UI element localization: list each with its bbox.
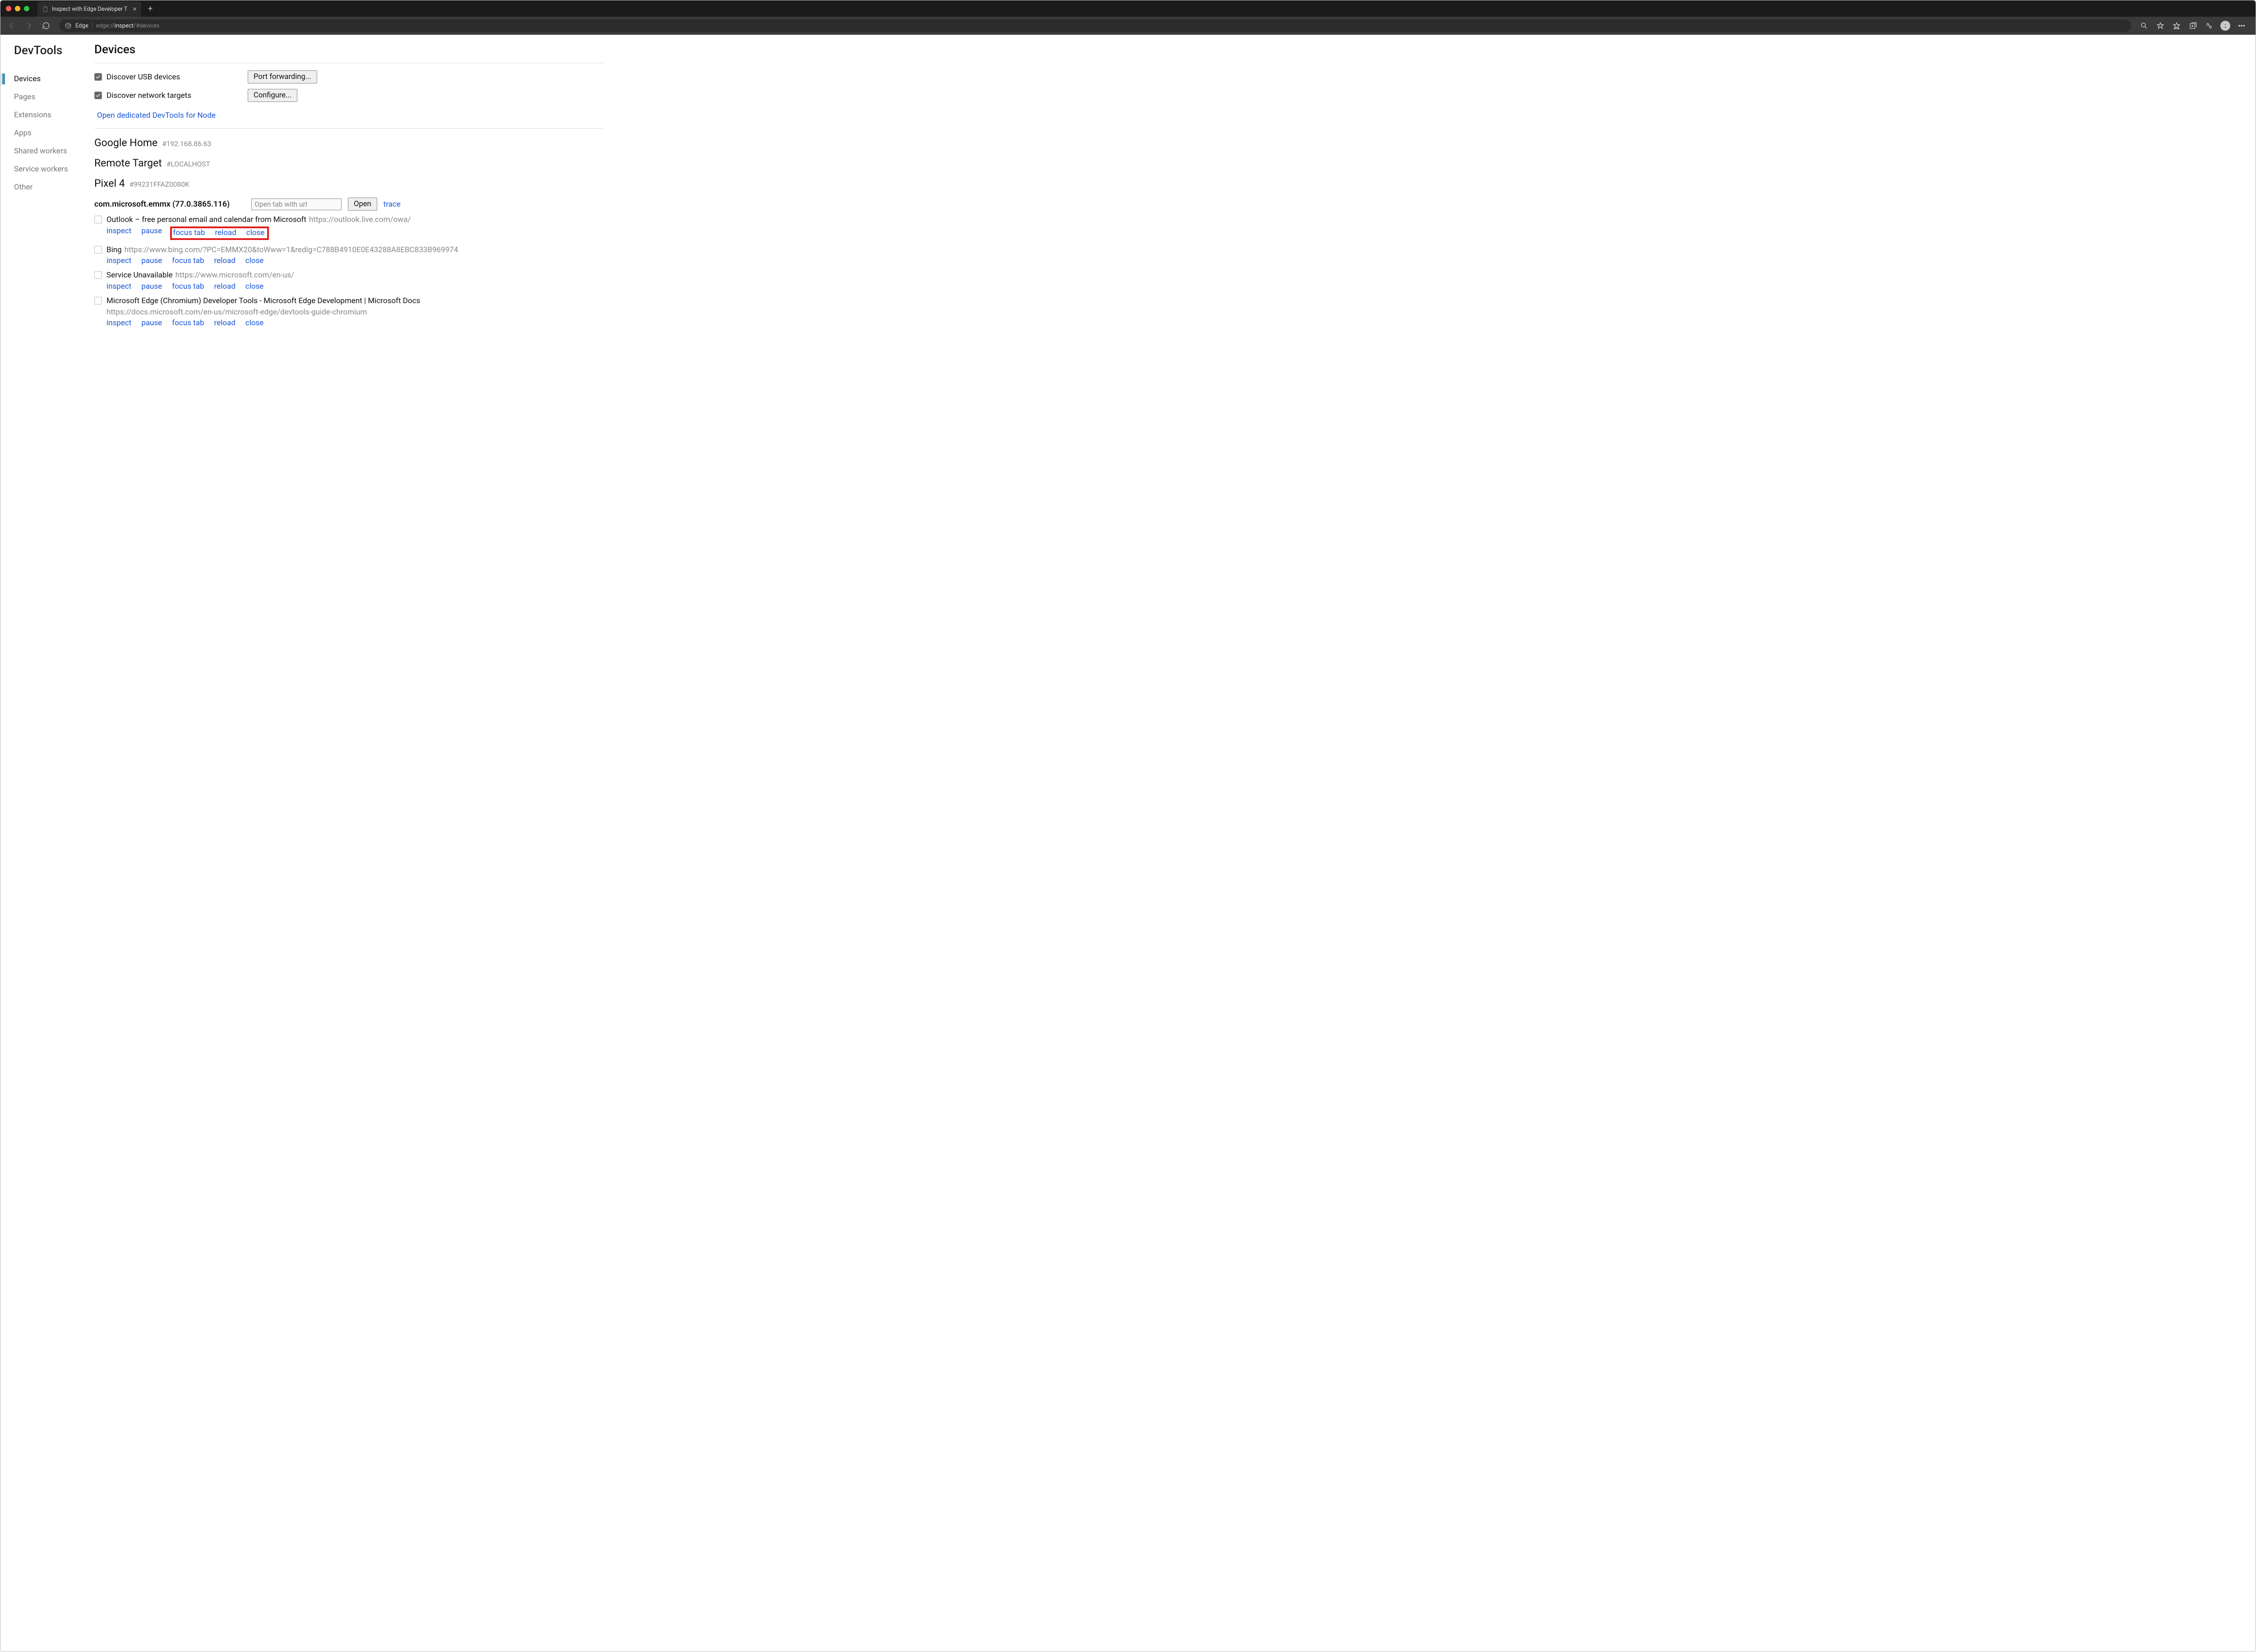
- remote-tab-checkbox[interactable]: [94, 271, 102, 279]
- reload-link[interactable]: reload: [215, 228, 236, 237]
- browser-toolbar: Edge edge://inspect/#devices: [0, 17, 2256, 35]
- sidebar-item-shared-workers[interactable]: Shared workers: [14, 142, 90, 160]
- reload-link[interactable]: reload: [214, 256, 236, 265]
- sidebar-item-pages[interactable]: Pages: [14, 88, 90, 106]
- search-icon[interactable]: [2136, 18, 2152, 33]
- open-node-devtools-link[interactable]: Open dedicated DevTools for Node: [97, 111, 216, 120]
- reload-link[interactable]: reload: [214, 318, 236, 328]
- sidebar: DevTools Devices Pages Extensions Apps S…: [0, 35, 90, 1652]
- edge-icon: [65, 22, 72, 29]
- remote-tab-url: https://docs.microsoft.com/en-us/microso…: [106, 308, 367, 317]
- reload-link[interactable]: reload: [214, 282, 236, 291]
- open-tab-button[interactable]: Open: [348, 198, 377, 211]
- sidebar-item-other[interactable]: Other: [14, 178, 90, 196]
- main-content: Devices Discover USB devices Port forwar…: [90, 35, 622, 1652]
- discover-network-label: Discover network targets: [106, 91, 191, 100]
- configure-button[interactable]: Configure...: [248, 89, 297, 102]
- remote-tab-checkbox[interactable]: [94, 216, 102, 223]
- discover-usb-checkbox[interactable]: [94, 73, 102, 81]
- browser-label: Edge: [75, 23, 88, 29]
- pause-link[interactable]: pause: [141, 226, 162, 240]
- remote-tab-title: Service Unavailable: [106, 271, 173, 280]
- remote-tab-title: Microsoft Edge (Chromium) Developer Tool…: [106, 296, 420, 305]
- remote-tab-actions: inspect pause focus tab reload close: [106, 282, 604, 291]
- tab-close-icon[interactable]: ×: [133, 5, 137, 13]
- inspect-link[interactable]: inspect: [106, 318, 131, 328]
- inspect-link[interactable]: inspect: [106, 226, 131, 240]
- focus-tab-link[interactable]: focus tab: [172, 282, 204, 291]
- browser-tab-title: Inspect with Edge Developer T: [52, 6, 129, 13]
- window-close-button[interactable]: [6, 6, 11, 11]
- remote-tab-entry: Outlook – free personal email and calend…: [94, 214, 604, 240]
- more-menu-icon[interactable]: [2234, 18, 2249, 33]
- sidebar-item-devices[interactable]: Devices: [14, 70, 90, 88]
- remote-tab-checkbox[interactable]: [94, 297, 102, 305]
- focus-tab-link[interactable]: focus tab: [172, 256, 204, 265]
- discover-usb-option[interactable]: Discover USB devices: [94, 73, 248, 82]
- section-google-home: Google Home #192.168.86.63: [94, 137, 604, 149]
- highlighted-actions: focus tab reload close: [170, 226, 269, 240]
- toolbar-right-icons: [2136, 18, 2252, 33]
- section-remote-target: Remote Target #LOCALHOST: [94, 157, 604, 169]
- remote-browser-name: com.microsoft.emmx (77.0.3865.116): [94, 200, 230, 209]
- sidebar-title: DevTools: [14, 44, 90, 57]
- back-button[interactable]: [4, 18, 19, 33]
- remote-tab-actions: inspect pause focus tab reload close: [106, 318, 604, 328]
- profile-avatar[interactable]: [2218, 18, 2233, 33]
- divider: [94, 128, 604, 129]
- remote-tab-checkbox[interactable]: [94, 246, 102, 254]
- remote-tab-entry: Binghttps://www.bing.com/?PC=EMMX20&toWw…: [94, 245, 604, 266]
- inspect-link[interactable]: inspect: [106, 282, 131, 291]
- focus-tab-link[interactable]: focus tab: [172, 318, 204, 328]
- close-link[interactable]: close: [245, 318, 264, 328]
- remote-tab-url: https://www.bing.com/?PC=EMMX20&toWww=1&…: [125, 245, 458, 254]
- remote-tab-entry: Microsoft Edge (Chromium) Developer Tool…: [94, 295, 604, 328]
- favorite-icon[interactable]: [2153, 18, 2168, 33]
- window-minimize-button[interactable]: [15, 6, 20, 11]
- window-controls: [0, 6, 35, 11]
- sidebar-item-extensions[interactable]: Extensions: [14, 106, 90, 124]
- forward-button[interactable]: [21, 18, 37, 33]
- page-title: Devices: [94, 43, 604, 56]
- inspect-link[interactable]: inspect: [106, 256, 131, 265]
- extensions-icon[interactable]: [2201, 18, 2217, 33]
- section-pixel4: Pixel 4 #99231FFAZ0080K: [94, 177, 604, 189]
- discover-network-option[interactable]: Discover network targets: [94, 91, 248, 100]
- discover-usb-label: Discover USB devices: [106, 73, 180, 82]
- open-tab-url-input[interactable]: [251, 198, 342, 210]
- remote-tab-url: https://www.microsoft.com/en-us/: [176, 271, 294, 280]
- port-forwarding-button[interactable]: Port forwarding...: [248, 70, 317, 83]
- remote-tab-actions: inspect pause focus tab reload close: [106, 256, 604, 265]
- sidebar-item-service-workers[interactable]: Service workers: [14, 160, 90, 178]
- collections-icon[interactable]: [2185, 18, 2201, 33]
- favorites-bar-icon[interactable]: [2169, 18, 2184, 33]
- pause-link[interactable]: pause: [141, 256, 162, 265]
- discover-network-checkbox[interactable]: [94, 92, 102, 99]
- remote-tab-title: Bing: [106, 245, 122, 254]
- address-bar[interactable]: Edge edge://inspect/#devices: [59, 19, 2131, 32]
- focus-tab-link[interactable]: focus tab: [173, 228, 205, 237]
- page-icon: [42, 6, 48, 12]
- address-url: edge://inspect/#devices: [96, 23, 2126, 29]
- pause-link[interactable]: pause: [141, 318, 162, 328]
- remote-tab-url: https://outlook.live.com/owa/: [309, 215, 411, 224]
- trace-link[interactable]: trace: [384, 200, 401, 209]
- window-maximize-button[interactable]: [24, 6, 29, 11]
- pause-link[interactable]: pause: [141, 282, 162, 291]
- refresh-button[interactable]: [38, 18, 54, 33]
- browser-tab[interactable]: Inspect with Edge Developer T ×: [37, 1, 141, 17]
- close-link[interactable]: close: [245, 282, 264, 291]
- remote-tab-entry: Service Unavailablehttps://www.microsoft…: [94, 270, 604, 291]
- remote-tab-actions: inspect pause focus tab reload close: [106, 226, 604, 240]
- close-link[interactable]: close: [246, 228, 265, 237]
- close-link[interactable]: close: [245, 256, 264, 265]
- sidebar-item-apps[interactable]: Apps: [14, 124, 90, 142]
- new-tab-button[interactable]: +: [144, 2, 157, 15]
- remote-tab-title: Outlook – free personal email and calend…: [106, 215, 306, 224]
- window-titlebar: Inspect with Edge Developer T × +: [0, 0, 2256, 17]
